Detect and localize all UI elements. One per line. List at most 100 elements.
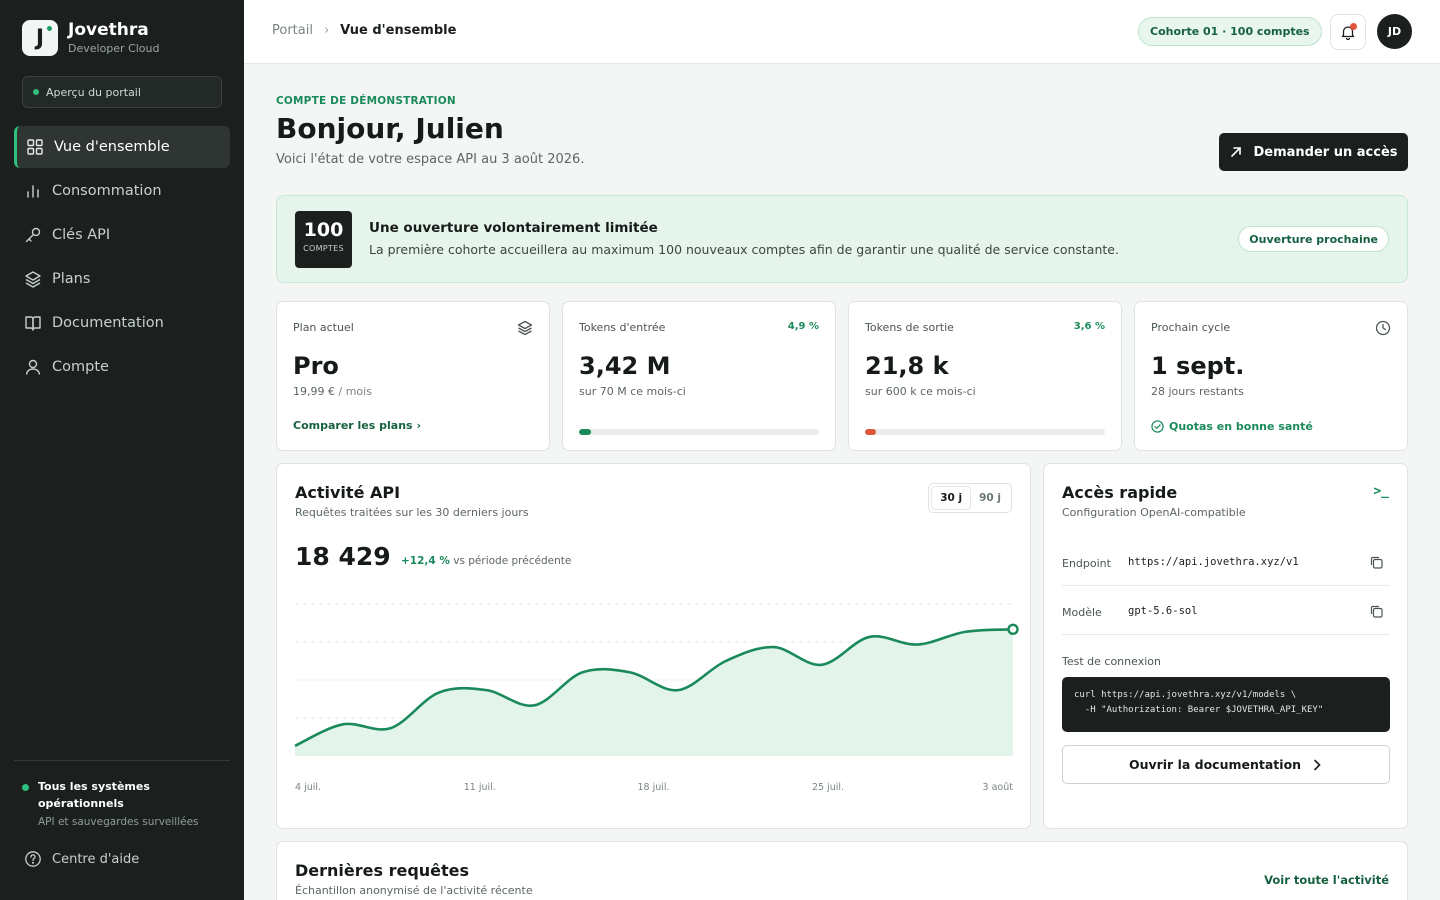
sidebar-nav: Vue d'ensemble Consommation Clés API Pla… [14,126,230,390]
help-circle-icon [25,851,41,867]
model-row: Modèle gpt-5.6-sol [1062,587,1390,635]
bar-chart-icon [24,182,42,200]
stat-label: Tokens d'entrée [579,321,666,334]
key-icon [24,226,42,244]
stat-card-output-tokens: Tokens de sortie 3,6 % 21,8 k sur 600 k … [848,301,1122,451]
banner-title: Une ouverture volontairement limitée [369,220,658,236]
stat-sub: sur 600 k ce mois-ci [865,385,976,398]
opening-soon-pill: Ouverture prochaine [1238,226,1389,252]
code-line: -H "Authorization: Bearer $JOVETHRA_API_… [1074,705,1324,715]
sidebar: J Jovethra Developer Cloud Aperçu du por… [0,0,244,900]
topbar: Portail › Vue d'ensemble Cohorte 01 · 10… [244,0,1440,64]
account-eyebrow: COMPTE DE DÉMONSTRATION [276,95,456,107]
copy-icon[interactable] [1369,555,1384,570]
chevron-right-icon [1314,759,1321,770]
data-point [1007,623,1019,636]
sidebar-item-api-keys[interactable]: Clés API [14,214,230,256]
stat-card-input-tokens: Tokens d'entrée 4,9 % 3,42 M sur 70 M ce… [562,301,836,451]
banner-badge-unit: COMPTES [303,244,344,253]
sidebar-item-label: Plans [52,271,91,287]
stat-label: Plan actuel [293,321,354,334]
open-documentation-label: Ouvrir la documentation [1128,757,1302,772]
endpoint-row: Endpoint https://api.jovethra.xyz/v1 [1062,538,1390,586]
avatar[interactable]: JD [1377,14,1412,49]
curl-snippet[interactable]: curl https://api.jovethra.xyz/v1/models … [1062,677,1390,732]
check-circle-icon [1151,420,1164,433]
book-icon [24,314,42,332]
series-area [295,629,1013,756]
notifications-button[interactable] [1330,14,1366,50]
banner-text: La première cohorte accueillera au maxim… [369,242,1119,257]
x-tick-label: 11 juil. [463,782,496,793]
brand[interactable]: J Jovethra Developer Cloud [22,20,160,56]
x-tick-label: 3 août [982,782,1013,793]
stat-value: 1 sept. [1151,352,1245,380]
card-title: Dernières requêtes [295,861,470,880]
open-documentation-button[interactable]: Ouvrir la documentation [1062,745,1390,784]
recent-requests-card: Dernières requêtes Échantillon anonymisé… [276,841,1408,900]
breadcrumb-portal[interactable]: Portail [272,23,313,38]
sidebar-item-consumption[interactable]: Consommation [14,170,230,212]
output-usage-fill [865,429,876,435]
stat-label: Tokens de sortie [865,321,954,334]
user-icon [24,358,42,376]
logo: J [22,20,58,56]
x-tick-label: 25 juil. [811,782,845,793]
help-center-link[interactable]: Centre d'aide [24,850,139,868]
sidebar-item-label: Compte [52,359,109,375]
sidebar-item-label: Documentation [52,315,164,331]
delta-value: +12,4 % [401,555,450,567]
request-access-button[interactable]: Demander un accès [1219,133,1408,171]
card-subtitle: Requêtes traitées sur les 30 derniers jo… [295,506,529,519]
range-90-days[interactable]: 90 j [971,487,1009,509]
status-title: Tous les systèmes opérationnels [38,780,150,810]
portal-preview-label: Aperçu du portail [46,85,141,99]
view-all-activity-link[interactable]: Voir toute l'activité [1264,873,1389,887]
stat-value: 21,8 k [865,352,949,380]
compare-plans-link[interactable]: Comparer les plans › [293,419,421,432]
api-activity-card: Activité API Requêtes traitées sur les 3… [276,463,1031,829]
stat-card-plan: Plan actuel Pro 19,99 € / mois Comparer … [276,301,550,451]
x-tick-label: 4 juil. [295,782,322,793]
quota-health: Quotas en bonne santé [1151,420,1313,433]
cohort-badge: Cohorte 01 · 100 comptes [1138,17,1322,46]
stat-percentage: 3,6 % [1073,321,1105,332]
requests-delta: +12,4 % vs période précédente [401,555,571,567]
brand-subtitle: Developer Cloud [68,42,160,55]
endpoint-value[interactable]: https://api.jovethra.xyz/v1 [1128,556,1299,568]
stat-value: Pro [293,352,339,380]
stat-percentage: 4,9 % [787,321,819,332]
stat-sub: sur 70 M ce mois-ci [579,385,686,398]
connection-test-label: Test de connexion [1062,655,1161,668]
card-title: Activité API [295,483,401,502]
input-usage-bar [579,429,819,435]
sidebar-item-plans[interactable]: Plans [14,258,230,300]
system-status: Tous les systèmes opérationnels API et s… [22,778,222,828]
x-axis: 4 juil. 11 juil. 18 juil. 25 juil. 3 aoû… [295,782,1013,796]
stat-value: 3,42 M [579,352,671,380]
sidebar-item-documentation[interactable]: Documentation [14,302,230,344]
chevron-right-icon: › [416,419,421,432]
sidebar-divider [14,760,230,761]
model-label: Modèle [1062,606,1102,619]
chevron-right-icon: › [323,23,330,38]
request-access-label: Demander un accès [1253,144,1398,160]
sidebar-item-overview[interactable]: Vue d'ensemble [14,126,230,168]
sidebar-item-account[interactable]: Compte [14,346,230,388]
sidebar-item-label: Consommation [52,183,162,199]
brand-name: Jovethra [68,20,149,40]
total-requests: 18 429 [295,542,391,571]
stat-label: Prochain cycle [1151,321,1231,334]
portal-preview-pill: Aperçu du portail [22,76,222,108]
stat-sub: 28 jours restants [1151,385,1244,398]
banner-badge: 100 COMPTES [295,211,352,268]
stat-card-next-cycle: Prochain cycle 1 sept. 28 jours restants… [1134,301,1408,451]
range-30-days[interactable]: 30 j [931,486,972,510]
model-value[interactable]: gpt-5.6-sol [1128,605,1198,617]
x-tick-label: 18 juil. [637,782,670,793]
quota-health-label: Quotas en bonne santé [1169,420,1313,433]
copy-icon[interactable] [1369,604,1384,619]
output-usage-bar [865,429,1105,435]
breadcrumb: Portail › Vue d'ensemble [272,23,456,38]
card-subtitle: Configuration OpenAI-compatible [1062,506,1246,519]
